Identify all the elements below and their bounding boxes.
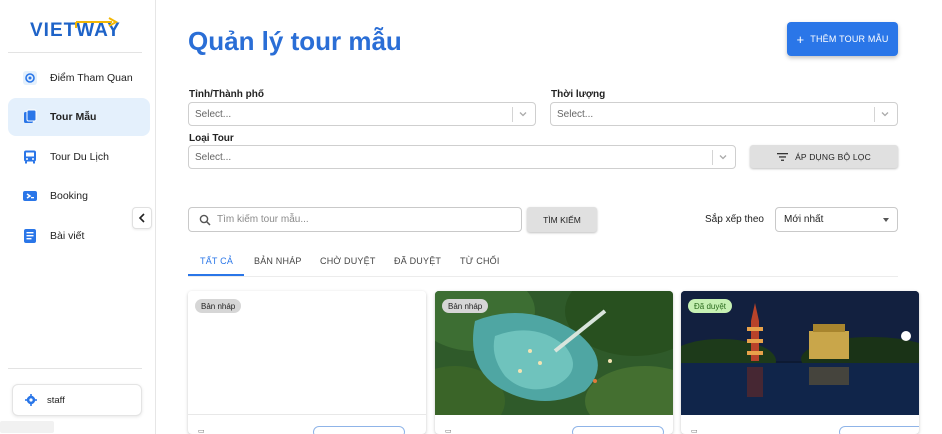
- calendar-icon: ▭: [691, 428, 698, 434]
- card-chip: [572, 426, 664, 434]
- province-select[interactable]: Select...: [188, 102, 536, 126]
- caret-down-icon: [883, 218, 889, 222]
- sidebar-item-label: Booking: [50, 190, 88, 202]
- sidebar-item-label: Tour Mẫu: [50, 111, 97, 123]
- search-input[interactable]: Tìm kiếm tour mẫu...: [188, 207, 522, 232]
- tour-template-card[interactable]: Đã duyệt ▭: [681, 291, 919, 434]
- tour-template-card[interactable]: Bản nháp ▭: [188, 291, 426, 434]
- sort-select-value: Mới nhất: [784, 214, 824, 225]
- app-root: VIETWAY Điểm Tham Quan Tour Mẫu Tour Du …: [0, 0, 942, 434]
- sidebar-item-label: Tour Du Lịch: [50, 151, 109, 163]
- chevron-down-icon: [719, 155, 727, 160]
- tab-pending[interactable]: CHỜ DUYỆT: [320, 256, 376, 266]
- search-placeholder: Tìm kiếm tour mẫu...: [217, 214, 309, 225]
- province-select-value: Select...: [195, 108, 232, 120]
- tour-type-select-value: Select...: [195, 151, 232, 163]
- horizontal-scrollbar[interactable]: [0, 421, 54, 433]
- duration-select[interactable]: Select...: [550, 102, 898, 126]
- sidebar-divider: [8, 52, 142, 53]
- sidebar-item-articles[interactable]: Bài viết: [8, 217, 150, 255]
- sidebar-item-tours[interactable]: Tour Du Lịch: [8, 138, 150, 176]
- tab-all[interactable]: TẤT CẢ: [200, 256, 233, 266]
- sidebar-item-label: Bài viết: [50, 230, 85, 242]
- chevron-left-icon: [138, 213, 145, 223]
- bus-icon: [21, 148, 39, 166]
- sidebar-divider: [8, 368, 142, 369]
- card-chip: [839, 426, 919, 434]
- sidebar: VIETWAY Điểm Tham Quan Tour Mẫu Tour Du …: [0, 0, 156, 434]
- tab-approved[interactable]: ĐÃ DUYỆT: [394, 256, 441, 266]
- chevron-down-icon: [519, 112, 527, 117]
- plus-icon: +: [796, 31, 805, 47]
- active-tab-indicator: [188, 274, 244, 276]
- sidebar-item-attractions[interactable]: Điểm Tham Quan: [8, 59, 150, 97]
- status-badge: Bản nháp: [442, 299, 489, 313]
- sort-label: Sắp xếp theo: [705, 214, 764, 225]
- calendar-icon: ▭: [198, 428, 205, 434]
- tour-template-card[interactable]: Bản nháp ▭: [435, 291, 673, 434]
- tour-type-select[interactable]: Select...: [188, 145, 736, 169]
- sidebar-item-tour-templates[interactable]: Tour Mẫu: [8, 98, 150, 136]
- search-icon: [199, 214, 211, 226]
- attractions-icon: [21, 69, 39, 87]
- select-separator: [874, 107, 875, 122]
- sort-select[interactable]: Mới nhất: [775, 207, 898, 232]
- page-title: Quản lý tour mẫu: [188, 26, 402, 56]
- tab-rejected[interactable]: TỪ CHỐI: [460, 256, 500, 266]
- document-copy-icon: [21, 108, 39, 126]
- tour-type-filter-label: Loại Tour: [189, 133, 234, 144]
- status-badge: Bản nháp: [195, 299, 242, 313]
- gear-icon: [25, 394, 37, 406]
- booking-ticket-icon: [21, 187, 39, 205]
- add-tour-template-button[interactable]: + THÊM TOUR MẪU: [787, 22, 898, 56]
- collapse-sidebar-button[interactable]: [132, 207, 152, 229]
- user-name: staff: [47, 394, 65, 406]
- select-separator: [712, 150, 713, 165]
- select-separator: [512, 107, 513, 122]
- sidebar-item-label: Điểm Tham Quan: [50, 72, 133, 84]
- apply-filter-label: ÁP DỤNG BỘ LỌC: [795, 151, 871, 162]
- status-badge: Đã duyệt: [688, 299, 733, 313]
- filter-icon: [777, 152, 789, 161]
- chevron-down-icon: [881, 112, 889, 117]
- search-button[interactable]: TÌM KIẾM: [527, 207, 597, 232]
- logo-arrow-icon: [75, 17, 119, 28]
- card-chip: [313, 426, 405, 434]
- article-icon: [21, 227, 39, 245]
- add-button-label: THÊM TOUR MẪU: [810, 34, 889, 44]
- user-menu-button[interactable]: staff: [12, 384, 142, 416]
- tab-draft[interactable]: BẢN NHÁP: [254, 256, 302, 266]
- sidebar-item-booking[interactable]: Booking: [8, 177, 150, 215]
- calendar-icon: ▭: [445, 428, 452, 434]
- province-filter-label: Tỉnh/Thành phố: [189, 89, 264, 100]
- brand-logo[interactable]: VIETWAY: [28, 14, 128, 44]
- duration-filter-label: Thời lượng: [551, 89, 606, 100]
- tabs-divider: [188, 276, 898, 277]
- duration-select-value: Select...: [557, 108, 594, 120]
- apply-filter-button[interactable]: ÁP DỤNG BỘ LỌC: [750, 145, 898, 168]
